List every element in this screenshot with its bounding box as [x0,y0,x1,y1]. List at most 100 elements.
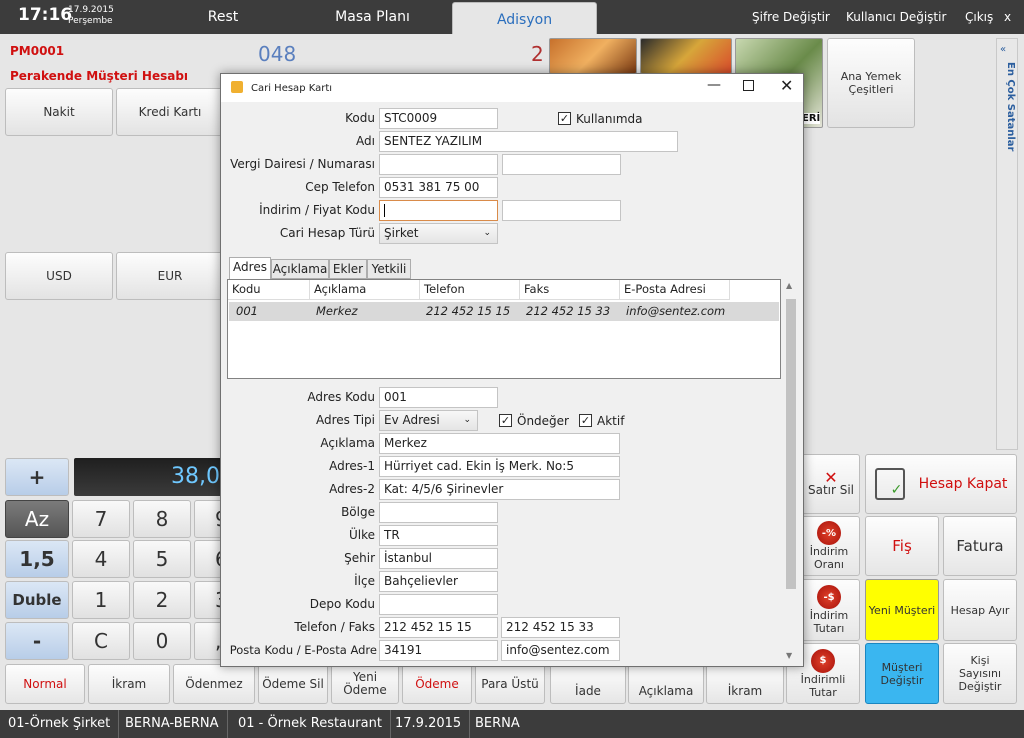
one-half-button[interactable]: 1,5 [5,540,69,578]
plus-button[interactable]: + [5,458,69,496]
close-bill-button[interactable]: ✓ Hesap Kapat [865,454,1017,514]
phone-field[interactable]: 212 452 15 15 [379,617,498,638]
clock-date: 17.9.2015 Perşembe [68,5,114,27]
tab-address[interactable]: Adres [229,257,271,281]
digit-0-button[interactable]: 0 [133,622,191,660]
delete-payment-button[interactable]: Ödeme Sil [258,664,328,704]
vertical-scrollbar[interactable]: ▲ ▼ [783,279,799,663]
minus-button[interactable]: - [5,622,69,660]
complimentary-button[interactable]: İkram [88,664,170,704]
discount-code-field[interactable] [379,200,498,221]
maximize-icon[interactable] [743,80,754,91]
change-password-link[interactable]: Şifre Değiştir [752,0,830,34]
clear-button[interactable]: C [72,622,130,660]
account-name: Perakende Müşteri Hesabı [10,69,189,83]
unpaid-button[interactable]: Ödenmez [173,664,255,704]
status-login: BERNA [475,716,520,731]
address2-field[interactable]: Kat: 4/5/6 Şirinevler [379,479,620,500]
tax-number-field[interactable] [502,154,621,175]
receipt-button[interactable]: Fiş [865,516,939,576]
grid-header-phone[interactable]: Telefon [420,280,520,300]
amount-display: 38,0 [74,458,224,496]
in-use-checkbox[interactable]: ✓ [558,112,571,125]
minimize-icon[interactable]: — [707,77,721,93]
digit-7-button[interactable]: 7 [72,500,130,538]
address-grid[interactable]: Kodu Açıklama Telefon Faks E-Posta Adres… [227,279,781,379]
row-code: 001 [236,304,258,318]
app-icon [231,81,243,93]
city-field[interactable]: İstanbul [379,548,498,569]
tab-masa-plani[interactable]: Masa Planı [300,0,445,34]
address1-field[interactable]: Hürriyet cad. Ekin İş Merk. No:5 [379,456,620,477]
chevron-down-icon: ⌄ [483,228,491,238]
email-field[interactable]: info@sentez.com [501,640,620,661]
district-field[interactable]: Bahçelievler [379,571,498,592]
digit-2-button[interactable]: 2 [133,581,191,619]
scroll-down-icon[interactable]: ▼ [786,651,792,660]
normal-button[interactable]: Normal [5,664,85,704]
food-tile-dessert[interactable] [640,38,732,74]
address-description-field[interactable]: Merkez [379,433,620,454]
eur-button[interactable]: EUR [116,252,224,300]
change-guest-count-button[interactable]: Kişi Sayısını Değiştir [943,643,1017,704]
main-course-category-button[interactable]: Ana Yemek Çeşitleri [827,38,915,128]
close-app-button[interactable]: x [1004,0,1011,34]
name-field[interactable]: SENTEZ YAZILIM [379,131,678,152]
note-button[interactable]: Açıklama [628,664,704,704]
address-type-select[interactable]: Ev Adresi ⌄ [379,410,478,431]
postal-email-label: Posta Kodu / E-Posta Adre [229,643,377,657]
scroll-up-icon[interactable]: ▲ [786,281,792,290]
depot-code-field[interactable] [379,594,498,615]
digit-5-button[interactable]: 5 [133,540,191,578]
region-field[interactable] [379,502,498,523]
change-button[interactable]: Para Üstü [475,664,545,704]
status-bar: 01-Örnek Şirket BERNA-BERNA 01 - Örnek R… [0,710,1024,738]
account-type-select[interactable]: Şirket ⌄ [379,223,498,244]
refund-button[interactable]: İade [550,664,626,704]
code-field[interactable]: STC0009 [379,108,498,129]
grid-header-fax[interactable]: Faks [520,280,620,300]
az-button[interactable]: Az [5,500,69,538]
active-checkbox[interactable]: ✓ [579,414,592,427]
food-tile-soup[interactable] [549,38,637,74]
change-user-link[interactable]: Kullanıcı Değiştir [846,0,946,34]
fax-field[interactable]: 212 452 15 33 [501,617,620,638]
country-field[interactable]: TR [379,525,498,546]
collapse-arrow-icon[interactable]: « [1000,44,1006,55]
digit-8-button[interactable]: 8 [133,500,191,538]
usd-button[interactable]: USD [5,252,113,300]
mobile-phone-field[interactable]: 0531 381 75 00 [379,177,498,198]
tab-description[interactable]: Açıklama [271,259,329,279]
tab-rest[interactable]: Rest [158,0,288,34]
clipboard-check-icon: ✓ [874,468,905,500]
grid-header-email[interactable]: E-Posta Adresi [620,280,730,300]
new-payment-button[interactable]: Yeni Ödeme [331,664,399,704]
invoice-button[interactable]: Fatura [943,516,1017,576]
scrollbar-thumb[interactable] [786,299,796,589]
address-code-field[interactable]: 001 [379,387,498,408]
grid-header-description[interactable]: Açıklama [310,280,420,300]
tab-contacts[interactable]: Yetkili [367,259,411,279]
grid-header-code[interactable]: Kodu [228,280,310,300]
split-bill-button[interactable]: Hesap Ayır [943,579,1017,641]
default-checkbox[interactable]: ✓ [499,414,512,427]
logout-link[interactable]: Çıkış [965,0,993,34]
digit-4-button[interactable]: 4 [72,540,130,578]
double-button[interactable]: Duble [5,581,69,619]
discount-amount-label: İndirim Tutarı [809,609,849,635]
complimentary-item-button[interactable]: İkram [706,664,784,704]
close-icon[interactable]: ✕ [780,76,793,95]
tab-adisyon[interactable]: Adisyon [452,2,597,34]
active-label: Aktif [597,414,625,428]
discount-rate-label: İndirim Oranı [809,545,849,571]
postal-code-field[interactable]: 34191 [379,640,498,661]
price-code-field[interactable] [502,200,621,221]
change-customer-button[interactable]: Müşteri Değiştir [865,643,939,704]
cash-button[interactable]: Nakit [5,88,113,136]
credit-card-button[interactable]: Kredi Kartı [116,88,224,136]
new-customer-button[interactable]: Yeni Müşteri [865,579,939,641]
digit-1-button[interactable]: 1 [72,581,130,619]
tax-office-field[interactable] [379,154,498,175]
tab-attachments[interactable]: Ekler [329,259,367,279]
payment-button[interactable]: Ödeme [402,664,472,704]
